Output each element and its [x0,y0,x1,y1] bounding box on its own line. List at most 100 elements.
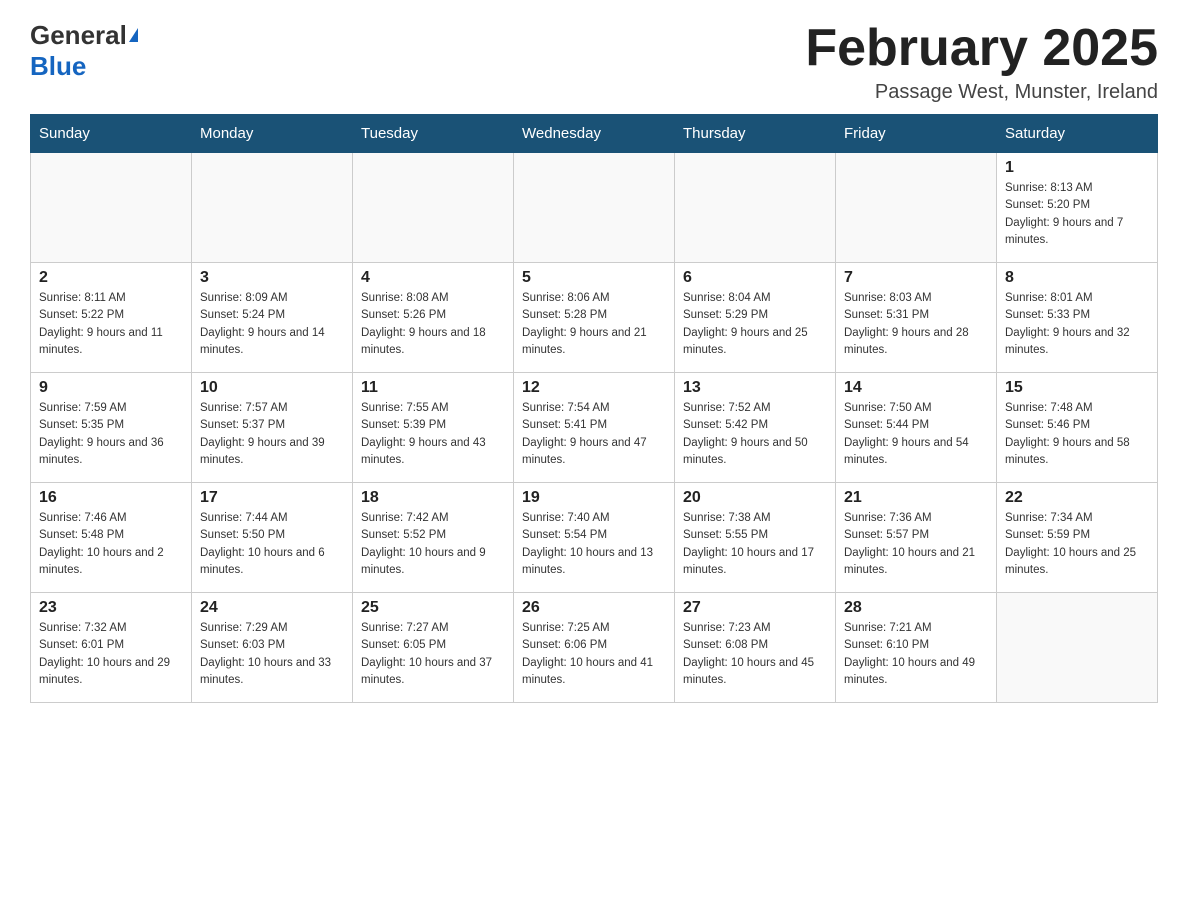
day-info-text: Sunrise: 7:54 AMSunset: 5:41 PMDaylight:… [522,400,666,469]
day-number: 2 [39,269,183,287]
calendar-cell: 23 Sunrise: 7:32 AMSunset: 6:01 PMDayligh… [31,593,192,703]
calendar-cell [31,153,192,263]
day-info-text: Sunrise: 7:59 AMSunset: 5:35 PMDaylight:… [39,400,183,469]
day-number: 3 [200,269,344,287]
day-number: 10 [200,379,344,397]
day-number: 16 [39,489,183,507]
logo-blue-text: Blue [30,51,86,82]
day-info-text: Sunrise: 7:32 AMSunset: 6:01 PMDaylight:… [39,620,183,689]
calendar-cell: 12 Sunrise: 7:54 AMSunset: 5:41 PMDayligh… [514,373,675,483]
calendar-cell [514,153,675,263]
day-info-text: Sunrise: 8:01 AMSunset: 5:33 PMDaylight:… [1005,290,1149,359]
day-of-week-header: Thursday [675,115,836,153]
calendar-week-row: 9 Sunrise: 7:59 AMSunset: 5:35 PMDaylight… [31,373,1158,483]
day-info-text: Sunrise: 7:38 AMSunset: 5:55 PMDaylight:… [683,510,827,579]
calendar-cell: 15 Sunrise: 7:48 AMSunset: 5:46 PMDayligh… [997,373,1158,483]
day-info-text: Sunrise: 8:09 AMSunset: 5:24 PMDaylight:… [200,290,344,359]
calendar-cell: 28 Sunrise: 7:21 AMSunset: 6:10 PMDayligh… [836,593,997,703]
day-info-text: Sunrise: 7:25 AMSunset: 6:06 PMDaylight:… [522,620,666,689]
day-number: 20 [683,489,827,507]
day-info-text: Sunrise: 7:36 AMSunset: 5:57 PMDaylight:… [844,510,988,579]
calendar-cell: 4 Sunrise: 8:08 AMSunset: 5:26 PMDaylight… [353,263,514,373]
day-info-text: Sunrise: 7:42 AMSunset: 5:52 PMDaylight:… [361,510,505,579]
day-info-text: Sunrise: 7:48 AMSunset: 5:46 PMDaylight:… [1005,400,1149,469]
calendar-cell [192,153,353,263]
calendar-cell: 14Sunrise: 7:50 AMSunset: 5:44 PMDayligh… [836,373,997,483]
day-info-text: Sunrise: 7:23 AMSunset: 6:08 PMDaylight:… [683,620,827,689]
calendar-week-row: 1 Sunrise: 8:13 AMSunset: 5:20 PMDaylight… [31,153,1158,263]
day-of-week-header: Friday [836,115,997,153]
calendar-cell: 17 Sunrise: 7:44 AMSunset: 5:50 PMDayligh… [192,483,353,593]
day-number: 21 [844,489,988,507]
day-info-text: Sunrise: 8:08 AMSunset: 5:26 PMDaylight:… [361,290,505,359]
calendar-cell: 21 Sunrise: 7:36 AMSunset: 5:57 PMDayligh… [836,483,997,593]
calendar-cell: 1 Sunrise: 8:13 AMSunset: 5:20 PMDaylight… [997,153,1158,263]
calendar-week-row: 16Sunrise: 7:46 AMSunset: 5:48 PMDayligh… [31,483,1158,593]
month-title: February 2025 [805,20,1158,77]
calendar-cell: 16Sunrise: 7:46 AMSunset: 5:48 PMDayligh… [31,483,192,593]
calendar-cell: 6 Sunrise: 8:04 AMSunset: 5:29 PMDaylight… [675,263,836,373]
day-number: 5 [522,269,666,287]
day-of-week-header: Wednesday [514,115,675,153]
calendar-cell: 11 Sunrise: 7:55 AMSunset: 5:39 PMDayligh… [353,373,514,483]
day-number: 9 [39,379,183,397]
logo: General Blue [30,20,138,82]
calendar-cell: 2 Sunrise: 8:11 AMSunset: 5:22 PMDaylight… [31,263,192,373]
calendar-cell: 22Sunrise: 7:34 AMSunset: 5:59 PMDayligh… [997,483,1158,593]
calendar-cell: 10 Sunrise: 7:57 AMSunset: 5:37 PMDayligh… [192,373,353,483]
day-info-text: Sunrise: 8:03 AMSunset: 5:31 PMDaylight:… [844,290,988,359]
calendar-cell: 20 Sunrise: 7:38 AMSunset: 5:55 PMDayligh… [675,483,836,593]
day-number: 23 [39,599,183,617]
day-number: 18 [361,489,505,507]
calendar-cell: 3 Sunrise: 8:09 AMSunset: 5:24 PMDaylight… [192,263,353,373]
calendar-week-row: 2 Sunrise: 8:11 AMSunset: 5:22 PMDaylight… [31,263,1158,373]
day-number: 25 [361,599,505,617]
logo-triangle-icon [129,28,138,42]
day-number: 13 [683,379,827,397]
day-number: 4 [361,269,505,287]
day-number: 7 [844,269,988,287]
calendar-cell: 18 Sunrise: 7:42 AMSunset: 5:52 PMDayligh… [353,483,514,593]
day-info-text: Sunrise: 7:55 AMSunset: 5:39 PMDaylight:… [361,400,505,469]
location-text: Passage West, Munster, Ireland [805,81,1158,104]
day-number: 22 [1005,489,1149,507]
calendar-cell: 27 Sunrise: 7:23 AMSunset: 6:08 PMDayligh… [675,593,836,703]
calendar-cell: 9 Sunrise: 7:59 AMSunset: 5:35 PMDaylight… [31,373,192,483]
calendar-cell [353,153,514,263]
calendar-cell [997,593,1158,703]
day-number: 19 [522,489,666,507]
day-info-text: Sunrise: 7:57 AMSunset: 5:37 PMDaylight:… [200,400,344,469]
day-number: 1 [1005,159,1149,177]
day-number: 6 [683,269,827,287]
calendar-week-row: 23 Sunrise: 7:32 AMSunset: 6:01 PMDayligh… [31,593,1158,703]
day-info-text: Sunrise: 7:40 AMSunset: 5:54 PMDaylight:… [522,510,666,579]
day-number: 24 [200,599,344,617]
day-number: 15 [1005,379,1149,397]
day-number: 27 [683,599,827,617]
calendar-cell: 7 Sunrise: 8:03 AMSunset: 5:31 PMDaylight… [836,263,997,373]
day-number: 28 [844,599,988,617]
title-section: February 2025 Passage West, Munster, Ire… [805,20,1158,104]
calendar-cell: 5 Sunrise: 8:06 AMSunset: 5:28 PMDaylight… [514,263,675,373]
day-info-text: Sunrise: 8:11 AMSunset: 5:22 PMDaylight:… [39,290,183,359]
day-info-text: Sunrise: 7:27 AMSunset: 6:05 PMDaylight:… [361,620,505,689]
day-info-text: Sunrise: 7:44 AMSunset: 5:50 PMDaylight:… [200,510,344,579]
day-number: 14 [844,379,988,397]
day-number: 17 [200,489,344,507]
day-number: 26 [522,599,666,617]
logo-general-text: General [30,20,127,51]
calendar-header-row: SundayMondayTuesdayWednesdayThursdayFrid… [31,115,1158,153]
calendar-cell [675,153,836,263]
day-info-text: Sunrise: 8:04 AMSunset: 5:29 PMDaylight:… [683,290,827,359]
calendar-table: SundayMondayTuesdayWednesdayThursdayFrid… [30,114,1158,703]
day-number: 11 [361,379,505,397]
day-info-text: Sunrise: 8:06 AMSunset: 5:28 PMDaylight:… [522,290,666,359]
day-info-text: Sunrise: 7:29 AMSunset: 6:03 PMDaylight:… [200,620,344,689]
day-number: 12 [522,379,666,397]
day-info-text: Sunrise: 7:21 AMSunset: 6:10 PMDaylight:… [844,620,988,689]
calendar-cell: 8Sunrise: 8:01 AMSunset: 5:33 PMDaylight… [997,263,1158,373]
page-header: General Blue February 2025 Passage West,… [30,20,1158,104]
calendar-cell: 19 Sunrise: 7:40 AMSunset: 5:54 PMDayligh… [514,483,675,593]
calendar-cell [836,153,997,263]
day-info-text: Sunrise: 8:13 AMSunset: 5:20 PMDaylight:… [1005,180,1149,249]
